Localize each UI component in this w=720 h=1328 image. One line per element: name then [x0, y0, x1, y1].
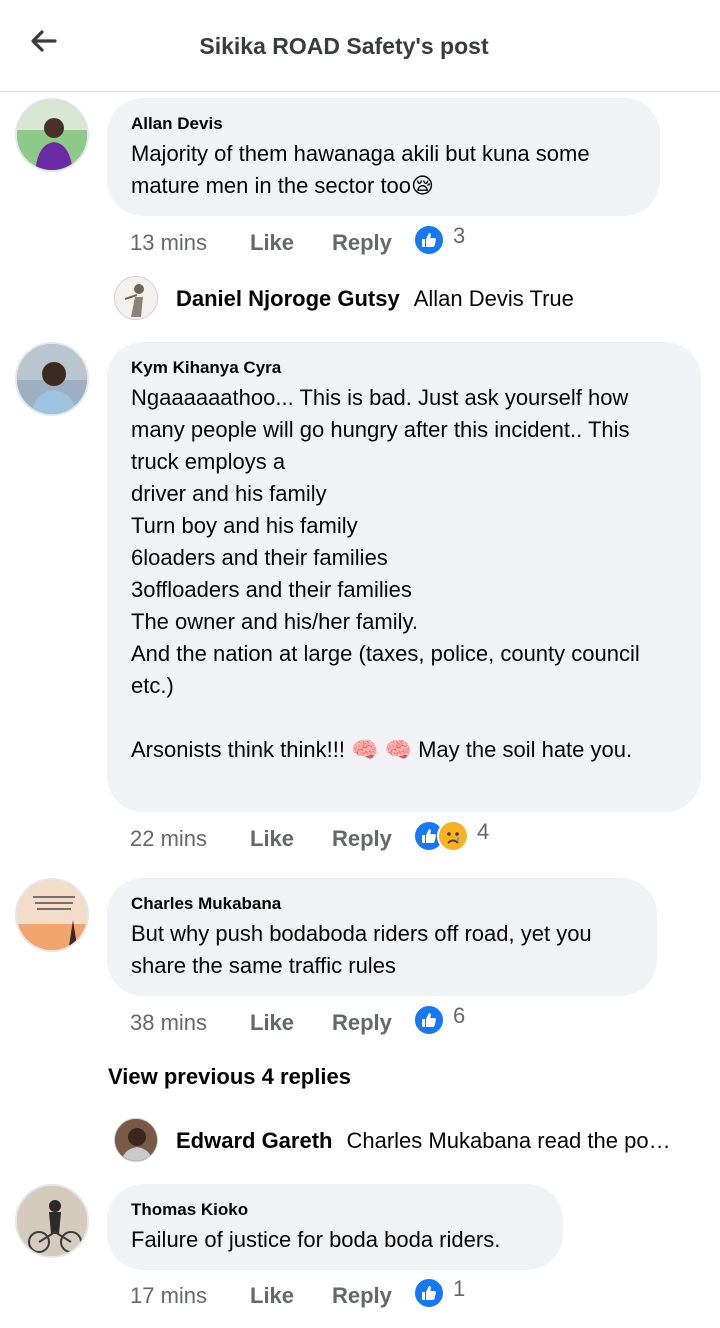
- thumbs-up-icon: [413, 224, 445, 256]
- comment-author[interactable]: Charles Mukabana: [131, 894, 633, 914]
- avatar-daniel-njoroge[interactable]: [114, 276, 158, 320]
- top-bar: Sikika ROAD Safety's post: [0, 0, 720, 92]
- sad-face-icon: [437, 820, 469, 852]
- reaction-summary[interactable]: 4: [413, 819, 490, 852]
- view-previous-replies-link[interactable]: View previous 4 replies: [108, 1064, 351, 1090]
- reply-button[interactable]: Reply: [332, 826, 416, 852]
- comment-actions: 17 mins Like Reply: [130, 1279, 416, 1313]
- like-button[interactable]: Like: [250, 1283, 332, 1309]
- comment-actions: 38 mins Like Reply: [130, 1006, 416, 1040]
- avatar-thomas-kioko[interactable]: [15, 1184, 89, 1258]
- reaction-summary[interactable]: 3: [413, 223, 466, 256]
- avatar-edward-gareth[interactable]: [114, 1118, 158, 1162]
- comment-time[interactable]: 13 mins: [130, 230, 250, 256]
- reaction-count: 1: [453, 1276, 466, 1301]
- avatar-kym-kihanya[interactable]: [15, 342, 89, 416]
- comment-bubble: Thomas Kioko Failure of justice for boda…: [107, 1184, 563, 1270]
- page-title: Sikika ROAD Safety's post: [199, 33, 489, 59]
- comment-time[interactable]: 17 mins: [130, 1283, 250, 1309]
- thumbs-up-icon: [413, 1277, 445, 1309]
- comment-author[interactable]: Thomas Kioko: [131, 1200, 539, 1220]
- comment-bubble: Kym Kihanya Cyra Ngaaaaaathoo... This is…: [107, 342, 701, 812]
- reply-button[interactable]: Reply: [332, 230, 416, 256]
- thumbs-up-icon: [413, 1004, 445, 1036]
- reply-row: Edward Gareth Charles Mukabana read the …: [176, 1128, 680, 1154]
- comment-author[interactable]: Kym Kihanya Cyra: [131, 358, 677, 378]
- comment-time[interactable]: 22 mins: [130, 826, 250, 852]
- reply-author[interactable]: Edward Gareth: [176, 1128, 332, 1154]
- reaction-count: 4: [477, 819, 490, 844]
- comment-text: Failure of justice for boda boda riders.: [131, 1227, 501, 1252]
- reply-author[interactable]: Daniel Njoroge Gutsy: [176, 286, 400, 312]
- comment-time[interactable]: 38 mins: [130, 1010, 250, 1036]
- comment-text: But why push bodaboda riders off road, y…: [131, 921, 592, 978]
- comment-bubble: Charles Mukabana But why push bodaboda r…: [107, 878, 657, 996]
- comment-actions: 22 mins Like Reply: [130, 822, 416, 856]
- reply-text: Charles Mukabana read the post...: [346, 1128, 680, 1153]
- reaction-summary[interactable]: 6: [413, 1003, 466, 1036]
- reply-row: Daniel Njoroge Gutsy Allan Devis True: [176, 286, 696, 312]
- reply-button[interactable]: Reply: [332, 1283, 416, 1309]
- reaction-count: 3: [453, 223, 466, 248]
- like-button[interactable]: Like: [250, 230, 332, 256]
- comment-author[interactable]: Allan Devis: [131, 114, 636, 134]
- comment-text: Majority of them hawanaga akili but kuna…: [131, 141, 590, 198]
- reaction-summary[interactable]: 1: [413, 1276, 466, 1309]
- reaction-count: 6: [453, 1003, 466, 1028]
- like-button[interactable]: Like: [250, 1010, 332, 1036]
- comment-bubble: Allan Devis Majority of them hawanaga ak…: [107, 98, 660, 216]
- avatar-allan-devis[interactable]: [15, 98, 89, 172]
- reply-button[interactable]: Reply: [332, 1010, 416, 1036]
- like-button[interactable]: Like: [250, 826, 332, 852]
- comment-text: Ngaaaaaathoo... This is bad. Just ask yo…: [131, 385, 640, 762]
- avatar-charles-mukabana[interactable]: [15, 878, 89, 952]
- reply-text: Allan Devis True: [413, 286, 574, 311]
- comment-actions: 13 mins Like Reply: [130, 226, 416, 260]
